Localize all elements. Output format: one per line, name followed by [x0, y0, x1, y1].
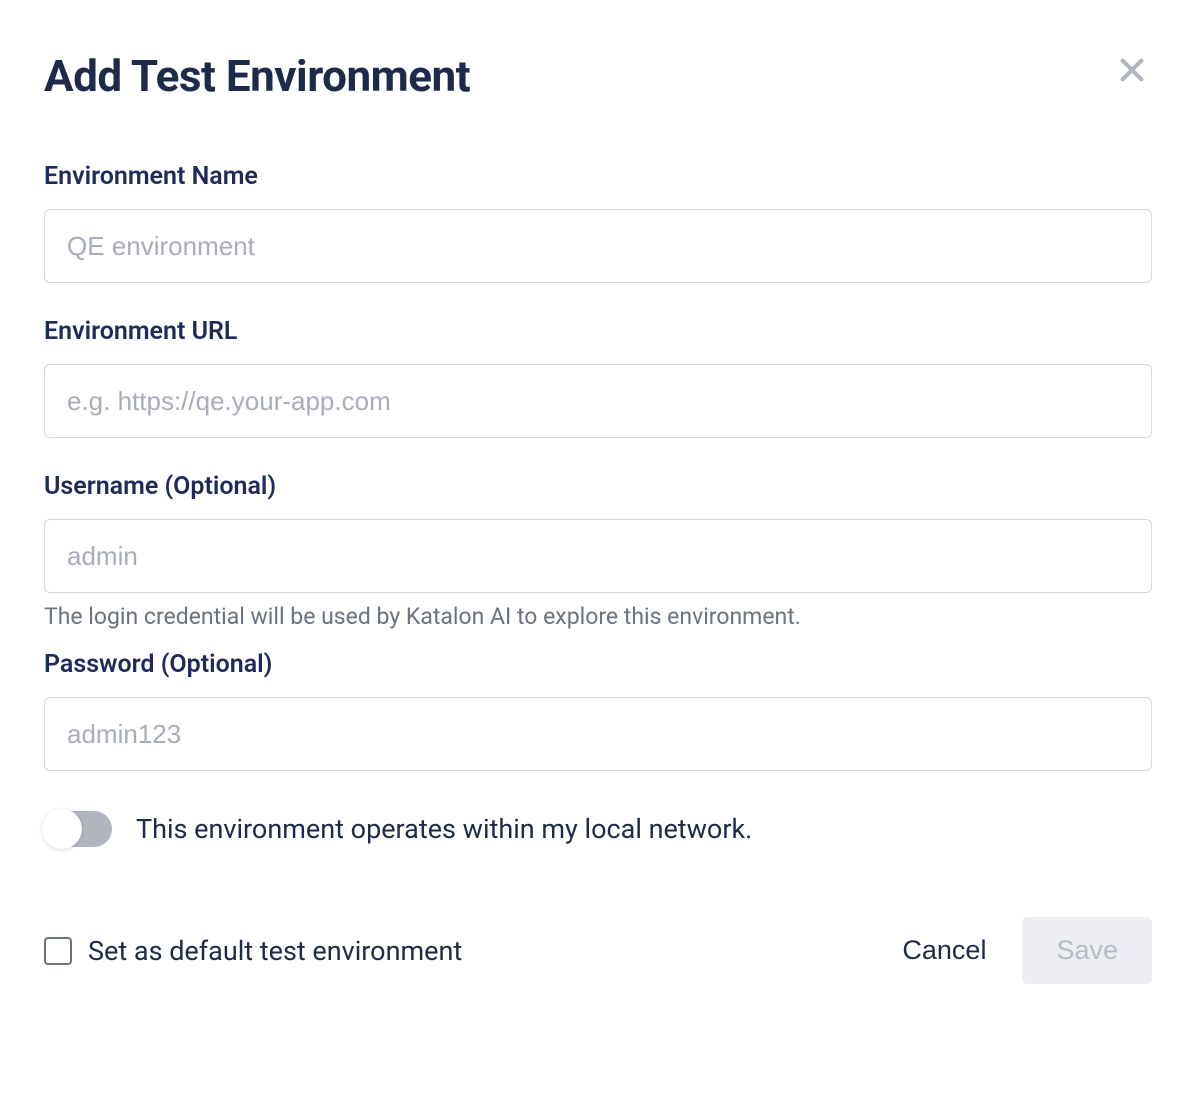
close-icon	[1116, 54, 1148, 89]
password-label: Password (Optional)	[44, 650, 1152, 679]
default-env-checkbox-row: Set as default test environment	[44, 935, 462, 967]
default-env-checkbox[interactable]	[44, 937, 72, 965]
env-url-input[interactable]	[44, 364, 1152, 438]
username-helper-text: The login credential will be used by Kat…	[44, 603, 1152, 630]
password-input[interactable]	[44, 697, 1152, 771]
env-name-input[interactable]	[44, 209, 1152, 283]
local-network-toggle-row: This environment operates within my loca…	[44, 811, 1152, 847]
dialog-title: Add Test Environment	[44, 50, 470, 102]
default-env-checkbox-label: Set as default test environment	[88, 935, 462, 967]
password-group: Password (Optional)	[44, 650, 1152, 771]
env-name-label: Environment Name	[44, 162, 1152, 191]
footer-actions: Cancel Save	[894, 917, 1152, 984]
local-network-toggle[interactable]	[44, 811, 112, 847]
env-url-group: Environment URL	[44, 317, 1152, 438]
cancel-button[interactable]: Cancel	[894, 923, 994, 978]
dialog-footer: Set as default test environment Cancel S…	[44, 917, 1152, 984]
username-input[interactable]	[44, 519, 1152, 593]
local-network-toggle-label: This environment operates within my loca…	[136, 813, 752, 845]
username-label: Username (Optional)	[44, 472, 1152, 501]
username-group: Username (Optional)	[44, 472, 1152, 593]
close-button[interactable]	[1112, 50, 1152, 93]
env-name-group: Environment Name	[44, 162, 1152, 283]
save-button[interactable]: Save	[1022, 917, 1152, 984]
env-url-label: Environment URL	[44, 317, 1152, 346]
dialog-header: Add Test Environment	[44, 50, 1152, 102]
toggle-knob	[42, 809, 82, 849]
